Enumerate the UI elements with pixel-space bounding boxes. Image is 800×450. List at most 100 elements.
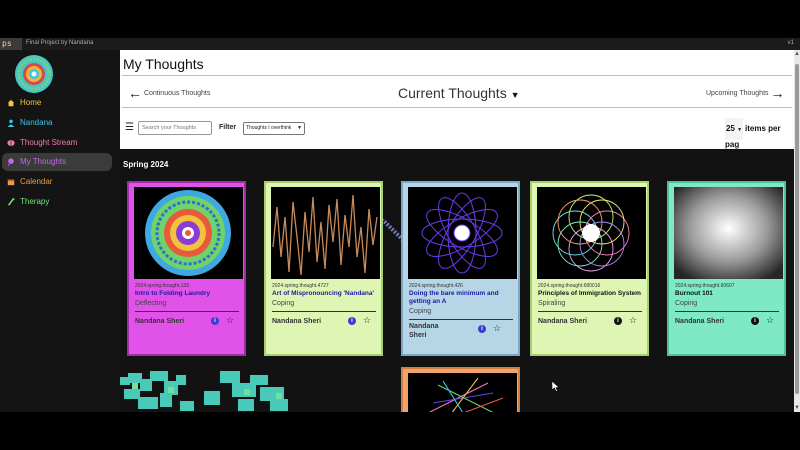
thought-author: Nandana Sheri bbox=[538, 318, 588, 325]
current-period-dropdown[interactable]: Current Thoughts ▼ bbox=[398, 85, 520, 101]
thought-id: 2024.spring.thought.680016 bbox=[538, 283, 601, 289]
thought-title[interactable]: Doing the bare minimum and getting an A bbox=[409, 290, 513, 306]
sidebar-item-therapy[interactable]: Therapy bbox=[2, 193, 112, 211]
window-titlebar: ps Final Project by Nandana v1 bbox=[0, 38, 800, 50]
thought-period-nav: ← Continuous Thoughts Current Thoughts ▼… bbox=[120, 80, 794, 106]
prev-period-link[interactable]: ← Continuous Thoughts bbox=[128, 85, 210, 101]
scroll-down-icon[interactable]: ▼ bbox=[794, 404, 800, 412]
filter-select[interactable]: Thoughts I overthink ▼ bbox=[243, 122, 305, 135]
card-artwork-scribble bbox=[408, 373, 517, 412]
items-per-page: 25 ▼ items per pag bbox=[725, 118, 794, 149]
info-icon[interactable]: i bbox=[751, 317, 759, 325]
thought-card[interactable]: 2024.spring.thought.426 Doing the bare m… bbox=[401, 181, 520, 356]
filter-toolbar: ☰ Filter Thoughts I overthink ▼ 25 ▼item… bbox=[120, 118, 794, 149]
home-icon bbox=[7, 99, 15, 107]
thought-card[interactable]: 2024.spring.thought.60607 Burnout 101 Co… bbox=[667, 181, 786, 356]
sidebar-item-label: Therapy bbox=[20, 197, 50, 206]
prev-period-label: Continuous Thoughts bbox=[143, 89, 211, 97]
app-frame: ps Final Project by Nandana v1 Home Nand… bbox=[0, 0, 800, 450]
sidebar-item-label: Thought Stream bbox=[20, 138, 78, 147]
thought-id: 2024.spring.thought.60607 bbox=[675, 283, 735, 289]
thought-title[interactable]: Burnout 101 bbox=[675, 290, 713, 298]
card-artwork-spirograph bbox=[408, 187, 517, 279]
thought-id: 2024.spring.thought.4727 bbox=[272, 283, 329, 289]
nav-divider bbox=[122, 107, 792, 108]
season-heading: Spring 2024 bbox=[123, 160, 169, 169]
sidebar-item-thought-stream[interactable]: Thought Stream bbox=[2, 134, 112, 152]
thought-id: 2024.spring.thought.426 bbox=[409, 283, 463, 289]
scroll-up-icon[interactable]: ▲ bbox=[794, 50, 800, 58]
sidebar-item-calendar[interactable]: Calendar bbox=[2, 173, 112, 191]
decorative-pixel-art bbox=[120, 371, 288, 411]
thought-icon bbox=[7, 158, 14, 166]
thought-author: Nandana Sheri bbox=[272, 318, 322, 325]
card-artwork-gradient bbox=[674, 187, 783, 279]
thought-title[interactable]: Principles of Immigration System bbox=[538, 290, 641, 298]
thought-card-partial[interactable] bbox=[401, 367, 520, 412]
thought-card[interactable]: 2024.spring.thought.680016 Principles of… bbox=[530, 181, 649, 356]
thought-author: Nandana Sheri bbox=[409, 323, 439, 339]
thought-id: 2024.spring.thought.133 bbox=[135, 283, 189, 289]
star-icon[interactable]: ☆ bbox=[766, 315, 774, 326]
info-icon[interactable]: i bbox=[211, 317, 219, 325]
thought-title[interactable]: Art of Mispronouncing 'Nandana' bbox=[272, 290, 374, 298]
window-title: Final Project by Nandana bbox=[26, 40, 94, 46]
filter-select-value: Thoughts I overthink bbox=[246, 125, 292, 131]
app-logo: ps bbox=[0, 38, 22, 50]
card-artwork-mandala bbox=[134, 187, 243, 279]
per-page-select[interactable]: 25 ▼ bbox=[725, 118, 743, 140]
info-icon[interactable]: i bbox=[614, 317, 622, 325]
calendar-icon bbox=[7, 179, 15, 186]
thought-title[interactable]: Intro to Folding Laundry bbox=[135, 290, 210, 298]
filter-label: Filter bbox=[219, 124, 237, 131]
star-icon[interactable]: ☆ bbox=[629, 315, 637, 326]
info-icon[interactable]: i bbox=[478, 325, 486, 333]
therapy-icon bbox=[7, 198, 15, 206]
card-artwork-rainbow-spirograph bbox=[537, 187, 646, 279]
thought-status: Coping bbox=[272, 300, 295, 307]
hamburger-menu-icon[interactable]: ☰ bbox=[125, 122, 134, 133]
card-divider bbox=[538, 311, 642, 312]
star-icon[interactable]: ☆ bbox=[493, 323, 501, 334]
star-icon[interactable]: ☆ bbox=[226, 315, 234, 326]
mouse-cursor-icon bbox=[552, 381, 560, 392]
current-period-label: Current Thoughts bbox=[398, 85, 507, 101]
main-content: My Thoughts ← Continuous Thoughts Curren… bbox=[120, 50, 794, 412]
page-scrollbar[interactable]: ▲ ▼ bbox=[794, 50, 800, 412]
page-title: My Thoughts bbox=[123, 56, 204, 72]
arrow-right-icon: → bbox=[770, 85, 785, 101]
sidebar-item-label: Calendar bbox=[20, 177, 53, 186]
thought-card[interactable]: 2024.spring.thought.133 Intro to Folding… bbox=[127, 181, 246, 356]
thoughts-board: Spring 2024 2024.spring.thought.133 Intr… bbox=[120, 149, 794, 412]
thought-author: Nandana Sheri bbox=[135, 318, 185, 325]
site-logo-mandala[interactable] bbox=[14, 54, 54, 94]
thought-status: Coping bbox=[409, 308, 432, 315]
sidebar-item-label: My Thoughts bbox=[20, 157, 67, 166]
card-divider bbox=[135, 311, 239, 312]
sidebar-item-home[interactable]: Home bbox=[2, 94, 112, 112]
scrollbar-thumb[interactable] bbox=[795, 64, 799, 394]
next-period-label: Upcoming Thoughts bbox=[706, 89, 769, 97]
star-icon[interactable]: ☆ bbox=[363, 315, 371, 326]
card-divider bbox=[409, 319, 513, 320]
thought-card[interactable]: 2024.spring.thought.4727 Art of Misprono… bbox=[264, 181, 383, 356]
search-input[interactable] bbox=[138, 121, 212, 135]
thought-status: Deflecting bbox=[135, 300, 167, 307]
sidebar-item-label: Nandana bbox=[20, 118, 53, 127]
thought-status: Spiraling bbox=[538, 300, 566, 307]
sidebar-item-nandana[interactable]: Nandana bbox=[2, 114, 112, 132]
info-icon[interactable]: i bbox=[348, 317, 356, 325]
chevron-down-icon: ▼ bbox=[297, 125, 302, 131]
arrow-left-icon: ← bbox=[128, 85, 142, 101]
sidebar-item-my-thoughts[interactable]: My Thoughts bbox=[2, 153, 112, 171]
card-divider bbox=[675, 311, 779, 312]
per-page-value: 25 bbox=[725, 124, 735, 133]
person-icon bbox=[7, 119, 15, 127]
card-artwork-waveform bbox=[271, 187, 380, 279]
sidebar: Home Nandana Thought Stream My Thoughts … bbox=[0, 50, 120, 412]
next-period-link[interactable]: Upcoming Thoughts → bbox=[706, 85, 784, 101]
window-version: v1 bbox=[787, 40, 794, 46]
brain-icon bbox=[7, 139, 15, 147]
title-divider bbox=[122, 75, 792, 76]
card-divider bbox=[272, 311, 376, 312]
